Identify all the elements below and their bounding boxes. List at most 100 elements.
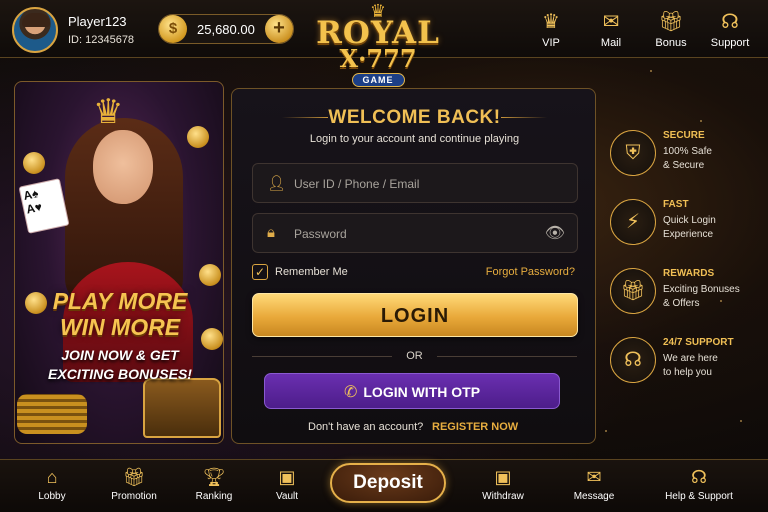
nav-support-label: Support — [710, 37, 750, 49]
nav-withdraw-label: Withdraw — [482, 491, 524, 502]
user-id-placeholder: User ID / Phone / Email — [294, 177, 420, 191]
playing-cards-icon: A♠ A♥ — [18, 178, 70, 234]
headset-icon: ☊ — [721, 11, 739, 33]
nav-lobby-label: Lobby — [38, 491, 66, 502]
bottom-nav-bar: ⌂ Lobby 🎁︎ Promotion 🏆︎ Ranking ▣ Vault … — [0, 459, 768, 512]
mail-icon: ✉ — [602, 11, 620, 33]
coin-icon — [199, 264, 221, 286]
crown-icon: ♛ — [542, 11, 560, 33]
wallet-icon: ▣ — [278, 467, 296, 487]
trophy-icon: 🏆︎ — [202, 467, 226, 487]
feature-title: 24/7 SUPPORT — [663, 337, 734, 348]
promo-crown-icon: ♛ — [93, 93, 124, 131]
nav-ranking[interactable]: 🏆︎ Ranking — [192, 466, 236, 502]
nav-help-support-label: Help & Support — [665, 491, 733, 502]
promo-title-line1: PLAY MORE — [52, 288, 188, 314]
welcome-title: WELCOME BACK! — [328, 107, 501, 128]
promo-subtitle: JOIN NOW & GET EXCITING BONUSES! — [15, 346, 223, 384]
login-button[interactable]: LOGIN — [252, 293, 578, 337]
login-with-otp-button[interactable]: ✆ LOGIN WITH OTP — [264, 373, 560, 409]
gift-icon: 🎁︎ — [658, 11, 684, 33]
feature-desc: Quick Login — [663, 215, 716, 226]
headset-icon: ☊ — [610, 337, 656, 383]
lightning-icon: ⚡︎ — [610, 199, 656, 245]
feature-title: FAST — [663, 199, 689, 210]
user-icon: 👤︎ — [267, 175, 287, 192]
sparkle-decoration — [700, 120, 702, 122]
promo-character-face — [93, 130, 153, 204]
feature-support: ☊ 24/7 SUPPORT We are here to help you — [610, 337, 760, 397]
eye-icon[interactable]: 👁︎ — [545, 223, 565, 243]
promo-sub-line1: JOIN NOW & GET — [61, 347, 179, 363]
promo-title: PLAY MORE WIN MORE — [15, 288, 223, 340]
royal-x777-logo: ♛ ROYAL X·777 GAME — [316, 2, 440, 90]
feature-desc: Experience — [663, 229, 714, 240]
home-icon: ⌂ — [46, 467, 58, 487]
player-avatar[interactable] — [12, 7, 58, 53]
nav-promotion[interactable]: 🎁︎ Promotion — [106, 466, 162, 502]
feature-desc: to help you — [663, 367, 712, 378]
promo-title-line2: WIN MORE — [59, 314, 181, 340]
forgot-password-link[interactable]: Forgot Password? — [486, 266, 575, 278]
feature-desc: 100% Safe — [663, 146, 712, 157]
sparkle-decoration — [605, 430, 607, 432]
nav-vault[interactable]: ▣ Vault — [266, 466, 308, 502]
lock-icon: 🔒︎ — [267, 224, 275, 241]
feature-fast: ⚡︎ FAST Quick Login Experience — [610, 199, 760, 259]
top-bar: Player123 ID: 12345678 $ 25,680.00 + ♛ R… — [0, 0, 768, 87]
password-placeholder: Password — [294, 227, 347, 241]
coin-icon — [187, 126, 209, 148]
gift-icon: 🎁︎ — [610, 268, 656, 314]
promo-banner[interactable]: ♛ A♠ A♥ PLAY MORE WIN MORE JOIN NOW & GET… — [14, 81, 224, 444]
feature-title: REWARDS — [663, 268, 715, 279]
player-name: Player123 — [68, 14, 127, 29]
nav-ranking-label: Ranking — [195, 491, 233, 502]
nav-message-label: Message — [573, 491, 615, 502]
nav-mail-label: Mail — [600, 37, 622, 49]
wallet-out-icon: ▣ — [494, 467, 512, 487]
treasure-chest-icon — [143, 378, 221, 438]
feature-desc: We are here — [663, 353, 718, 364]
nav-lobby[interactable]: ⌂ Lobby — [30, 466, 74, 502]
sparkle-decoration — [740, 420, 742, 422]
feature-rewards: 🎁︎ REWARDS Exciting Bonuses & Offers — [610, 268, 760, 328]
logo-line2: X·777 — [339, 44, 417, 73]
deposit-button[interactable]: Deposit — [330, 463, 446, 503]
password-field[interactable]: 🔒︎ Password 👁︎ — [252, 213, 578, 253]
remember-me-checkbox[interactable]: ✓ — [252, 264, 268, 280]
feature-desc: & Secure — [663, 160, 705, 171]
remember-me-label[interactable]: Remember Me — [275, 266, 348, 278]
welcome-subtitle: Login to your account and continue playi… — [309, 133, 520, 145]
nav-mail[interactable]: ✉ Mail — [583, 10, 639, 49]
coin-icon: $ — [159, 15, 187, 43]
promo-sub-line2: EXCITING BONUSES! — [48, 366, 192, 382]
feature-title: SECURE — [663, 130, 705, 141]
add-funds-button[interactable]: + — [265, 15, 293, 43]
or-label: OR — [406, 350, 423, 362]
phone-icon: ✆ — [343, 384, 358, 401]
shield-check-icon: ⛨ — [610, 130, 656, 176]
coin-icon — [23, 152, 45, 174]
balance-value: 25,680.00 — [197, 22, 255, 37]
user-id-field[interactable]: 👤︎ User ID / Phone / Email — [252, 163, 578, 203]
nav-promotion-label: Promotion — [111, 491, 157, 502]
nav-support[interactable]: ☊ Support — [702, 10, 758, 49]
nav-bonus[interactable]: 🎁︎ Bonus — [643, 10, 699, 49]
nav-help-support[interactable]: ☊ Help & Support — [658, 466, 740, 502]
feature-secure: ⛨ SECURE 100% Safe & Secure — [610, 130, 760, 190]
sparkle-decoration — [650, 70, 652, 72]
login-panel: WELCOME BACK! Login to your account and … — [231, 88, 596, 444]
headset-icon: ☊ — [691, 467, 707, 487]
player-id: ID: 12345678 — [68, 34, 135, 46]
nav-withdraw[interactable]: ▣ Withdraw — [478, 466, 528, 502]
nav-vip[interactable]: ♛ VIP — [523, 10, 579, 49]
casino-chips-icon — [17, 394, 87, 434]
feature-desc: & Offers — [663, 298, 700, 309]
feature-desc: Exciting Bonuses — [663, 284, 740, 295]
logo-badge: GAME — [351, 73, 405, 87]
register-now-link[interactable]: REGISTER NOW — [432, 421, 518, 433]
balance-display: $ 25,680.00 + — [158, 14, 294, 44]
otp-button-label: LOGIN WITH OTP — [363, 384, 481, 400]
register-question: Don't have an account? — [308, 421, 424, 433]
nav-message[interactable]: ✉ Message — [570, 466, 618, 502]
